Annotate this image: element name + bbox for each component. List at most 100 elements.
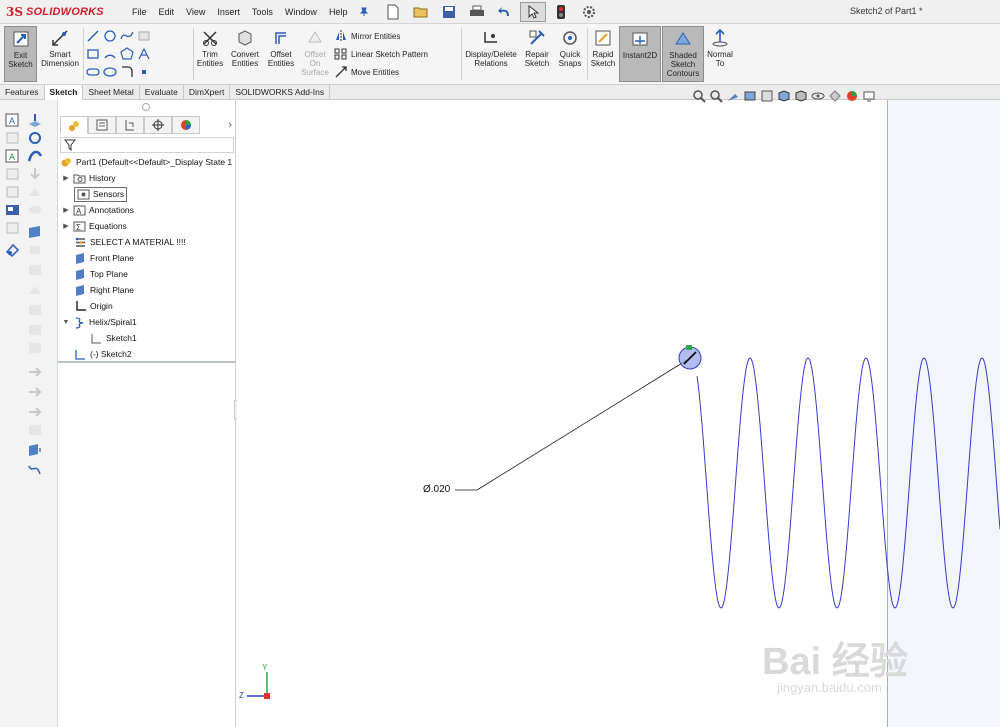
tab-dimxpert[interactable]: DimXpert [184, 85, 231, 100]
tree-item-helix-spiral[interactable]: ▼ Helix/Spiral1 [62, 314, 137, 330]
ghost-arrow-icon[interactable] [26, 166, 44, 182]
rollback-bar[interactable] [58, 361, 236, 363]
ghost-shape-icon[interactable] [26, 242, 44, 258]
menu-help[interactable]: Help [323, 0, 354, 24]
repair-sketch-button[interactable]: Repair Sketch [521, 26, 553, 82]
solidworks-logo[interactable]: 3S SOLIDWORKS [6, 3, 104, 21]
menu-edit[interactable]: Edit [153, 0, 181, 24]
ghost-shape-icon[interactable] [26, 340, 44, 356]
open-folder-icon[interactable] [408, 2, 434, 22]
pin-icon[interactable] [353, 7, 375, 17]
revolve-icon[interactable] [26, 130, 44, 146]
traffic-light-icon[interactable] [548, 2, 574, 22]
ghost-shape-icon[interactable] [26, 202, 44, 218]
tree-item-sketch1[interactable]: Sketch1 [90, 330, 137, 346]
display-delete-relations-button[interactable]: Display/Delete Relations [463, 26, 519, 82]
tree-item-annotations[interactable]: ▶ A Annotations [62, 202, 134, 218]
tree-item-material[interactable]: SELECT A MATERIAL !!!! [74, 234, 186, 250]
tree-item-sensors[interactable]: Sensors [74, 186, 128, 202]
tree-item-origin[interactable]: Origin [74, 298, 113, 314]
ghost-arrow-icon[interactable] [26, 404, 44, 420]
instant2d-button[interactable]: Instant2D [619, 26, 661, 82]
property-manager-tab[interactable] [88, 116, 116, 134]
point-icon[interactable] [137, 65, 151, 79]
offset-on-surface-button[interactable]: Offset On Surface [299, 26, 331, 82]
select-arrow-icon[interactable] [520, 2, 546, 22]
graphics-area[interactable]: Ø.020 Y Z Bai 经验 jingyan.baidu.com [237, 90, 1000, 727]
tab-evaluate[interactable]: Evaluate [140, 85, 184, 100]
shaded-sketch-contours-button[interactable]: Shaded Sketch Contours [662, 26, 704, 82]
tree-item-front-plane[interactable]: Front Plane [74, 250, 134, 266]
tree-item-history[interactable]: ▶ History [62, 170, 115, 186]
ghost-shape-icon[interactable] [26, 282, 44, 298]
ghost-arrow-icon[interactable] [26, 364, 44, 380]
fillet-icon[interactable] [120, 65, 134, 79]
ghost-shape-icon[interactable] [26, 262, 44, 278]
circle-icon[interactable] [103, 29, 117, 43]
ghost-tool-icon[interactable] [4, 220, 22, 236]
feature-tree-tab[interactable] [60, 116, 88, 134]
ghost-shape-icon[interactable] [26, 422, 44, 438]
tree-root-part[interactable]: Part1 (Default<<Default>_Display State 1 [60, 154, 232, 170]
ghost-arrow-icon[interactable] [26, 384, 44, 400]
ellipse-icon[interactable] [103, 65, 117, 79]
options-gear-icon[interactable] [576, 2, 602, 22]
tab-sheet-metal[interactable]: Sheet Metal [83, 85, 140, 100]
polygon-icon[interactable] [120, 47, 134, 61]
tab-solidworks-add-ins[interactable]: SOLIDWORKS Add-Ins [230, 85, 331, 100]
chevron-right-icon[interactable]: › [228, 119, 236, 131]
sweep-icon[interactable] [26, 148, 44, 164]
expand-arrow-icon[interactable]: ▶ [62, 222, 70, 230]
save-icon[interactable] [436, 2, 462, 22]
extrude-icon[interactable] [26, 112, 44, 128]
tree-item-sketch2[interactable]: (-) Sketch2 [74, 346, 132, 362]
menu-view[interactable]: View [180, 0, 211, 24]
text-icon[interactable] [137, 47, 151, 61]
curves-icon[interactable] [26, 462, 44, 478]
tree-item-right-plane[interactable]: Right Plane [74, 282, 134, 298]
ghost-shape-icon[interactable] [26, 322, 44, 338]
surface-icon[interactable] [137, 29, 151, 43]
convert-entities-button[interactable]: Convert Entities [227, 26, 263, 82]
ghost-tool-icon[interactable] [4, 130, 22, 146]
panel-collapse-handle[interactable] [142, 103, 150, 111]
normal-to-button[interactable]: Normal To [706, 26, 734, 82]
menu-insert[interactable]: Insert [211, 0, 246, 24]
mirror-entities-button[interactable]: Mirror Entities [334, 28, 400, 44]
trim-entities-button[interactable]: Trim Entities [195, 26, 225, 82]
menu-tools[interactable]: Tools [246, 0, 279, 24]
print-icon[interactable] [464, 2, 490, 22]
smart-dimension-button[interactable]: Smart Dimension [38, 26, 82, 82]
line-icon[interactable] [86, 29, 100, 43]
rapid-sketch-button[interactable]: Rapid Sketch [589, 26, 617, 82]
reference-geometry-icon[interactable] [26, 442, 44, 458]
annotation-a-icon[interactable]: A [4, 148, 22, 164]
ghost-shape-icon[interactable] [26, 302, 44, 318]
diameter-dimension[interactable]: Ø.020 [423, 484, 450, 495]
view-palette-icon[interactable] [4, 202, 22, 218]
exit-sketch-button[interactable]: Exit Sketch [4, 26, 37, 82]
new-document-icon[interactable] [380, 2, 406, 22]
offset-entities-button[interactable]: Offset Entities [264, 26, 298, 82]
sketch-point-handle[interactable] [686, 345, 692, 350]
tree-item-equations[interactable]: ▶ Σ Equations [62, 218, 127, 234]
ghost-tool-icon[interactable] [4, 166, 22, 182]
annotation-note-icon[interactable]: A [4, 112, 22, 128]
menu-file[interactable]: File [126, 0, 153, 24]
expand-arrow-icon[interactable]: ▶ [62, 174, 70, 182]
expand-arrow-icon[interactable]: ▶ [62, 206, 70, 214]
collapse-arrow-icon[interactable]: ▼ [62, 319, 70, 326]
undo-icon[interactable] [492, 2, 518, 22]
menu-window[interactable]: Window [279, 0, 323, 24]
move-entities-button[interactable]: Move Entities [334, 64, 399, 80]
ghost-tool-icon[interactable] [4, 184, 22, 200]
configuration-manager-tab[interactable] [116, 116, 144, 134]
toolbox-icon[interactable] [4, 242, 22, 258]
tab-features[interactable]: Features [0, 85, 45, 100]
quick-snaps-button[interactable]: Quick Snaps [555, 26, 585, 82]
display-manager-tab[interactable] [172, 116, 200, 134]
arc-icon[interactable] [103, 47, 117, 61]
dimxpert-manager-tab[interactable] [144, 116, 172, 134]
spline-icon[interactable] [120, 29, 134, 43]
filter-box[interactable] [60, 137, 234, 153]
